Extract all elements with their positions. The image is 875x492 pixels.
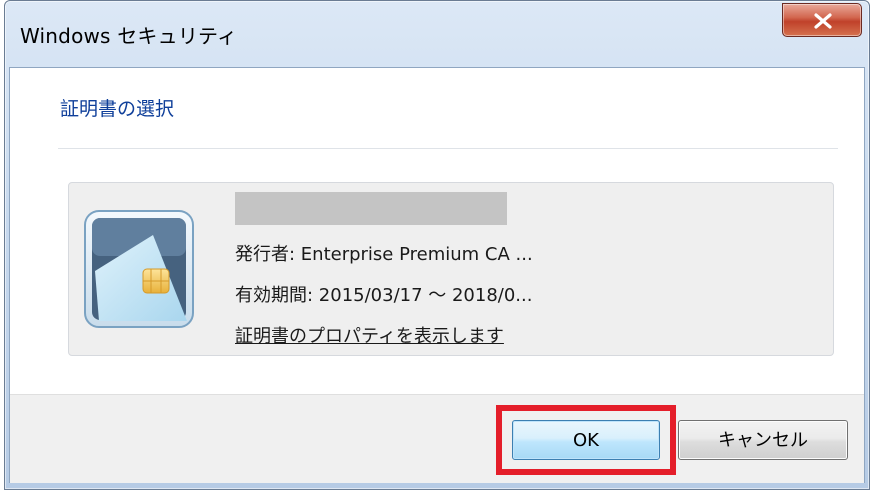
dialog-content: 証明書の選択 発行者: Enterprise Premium CA ... 有効…	[9, 67, 865, 483]
cancel-button[interactable]: キャンセル	[678, 420, 848, 460]
ok-button[interactable]: OK	[512, 420, 660, 460]
button-bar: OK キャンセル	[10, 394, 864, 483]
window-title: Windows セキュリティ	[20, 24, 238, 48]
certificate-issuer: 発行者: Enterprise Premium CA ...	[235, 244, 533, 265]
certificate-validity: 有効期間: 2015/03/17 ～ 2018/0...	[235, 285, 533, 306]
dialog-heading: 証明書の選択	[60, 98, 175, 120]
certificate-tile[interactable]: 発行者: Enterprise Premium CA ... 有効期間: 201…	[68, 182, 834, 356]
view-properties-link[interactable]: 証明書のプロパティを表示します	[235, 322, 504, 348]
close-x-icon	[814, 13, 832, 29]
divider	[58, 148, 838, 149]
close-button[interactable]	[782, 3, 862, 37]
certificate-subject	[235, 192, 507, 225]
smartcard-icon	[84, 210, 194, 328]
dialog-window: Windows セキュリティ 証明書の選択 発行者: Enterprise Pr…	[4, 0, 870, 490]
